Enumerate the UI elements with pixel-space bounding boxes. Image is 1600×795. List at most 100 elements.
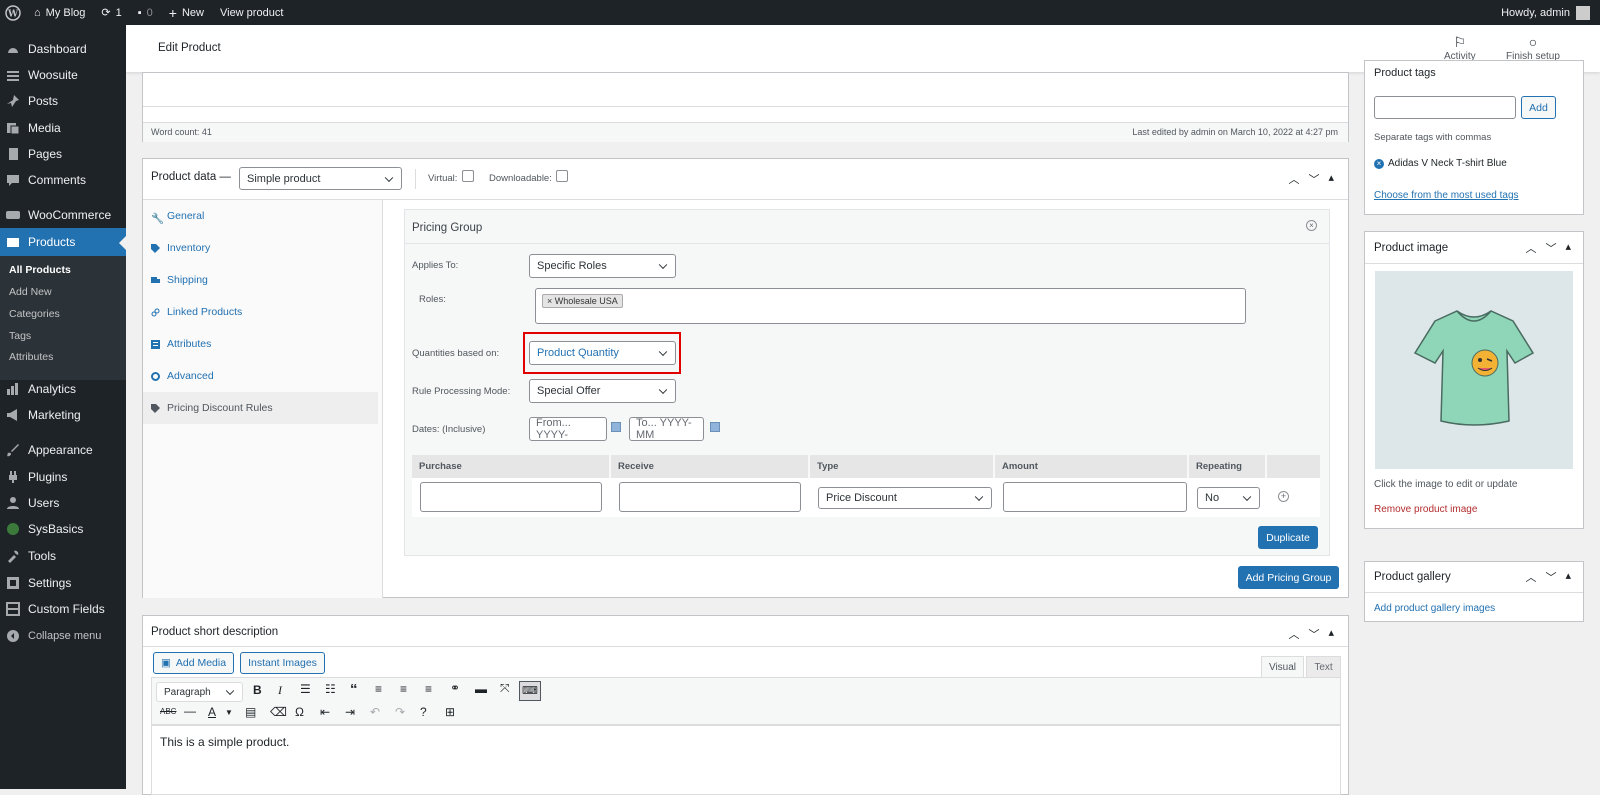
add-media-button[interactable]: ▣ Add Media (153, 652, 234, 674)
align-center-icon[interactable]: ≡ (400, 682, 407, 696)
sidebar-item-plugins[interactable]: Plugins (0, 463, 126, 491)
bold-icon[interactable]: B (253, 683, 262, 697)
tab-visual[interactable]: Visual (1261, 656, 1304, 678)
sidebar-item-marketing[interactable]: Marketing (0, 401, 126, 429)
product-image[interactable] (1375, 271, 1573, 469)
roles-field[interactable]: × Wholesale USA (535, 288, 1246, 324)
sidebar-item-appearance[interactable]: Appearance (0, 436, 126, 464)
tab-advanced[interactable]: Advanced (143, 360, 378, 392)
updates-link[interactable]: ⟳ 1 (93, 0, 129, 25)
remove-tag-icon[interactable]: × (1374, 158, 1384, 169)
date-from-input[interactable]: From... YYYY- (529, 417, 607, 441)
table-icon[interactable]: ⊞ (445, 705, 455, 719)
comments-link[interactable]: ▪ 0 (130, 0, 161, 25)
sidebar-item-settings[interactable]: Settings (0, 569, 126, 597)
tab-attributes[interactable]: Attributes (143, 328, 378, 360)
horizontal-line-icon[interactable]: — (184, 704, 196, 718)
align-right-icon[interactable]: ≡ (425, 682, 432, 696)
tab-linked-products[interactable]: Linked Products (143, 296, 378, 328)
rule-processing-mode-select[interactable]: Special Offer (529, 379, 676, 403)
add-tag-button[interactable]: Add (1521, 96, 1556, 119)
chevron-up-icon[interactable]: ︿ (1525, 569, 1536, 585)
submenu-add-new[interactable]: Add New (9, 286, 52, 298)
calendar-icon[interactable] (611, 422, 621, 432)
sidebar-item-analytics[interactable]: Analytics (0, 375, 126, 403)
site-name-link[interactable]: ⌂ My Blog (26, 0, 93, 25)
calendar-icon[interactable] (710, 422, 720, 432)
chevron-down-icon[interactable]: ﹀ (1545, 240, 1556, 256)
bullet-list-icon[interactable]: ☰ (300, 682, 311, 696)
instant-images-button[interactable]: Instant Images (240, 652, 325, 674)
short-description-editor[interactable]: This is a simple product. (151, 725, 1341, 795)
chevron-down-icon[interactable]: ▼ (225, 708, 233, 717)
toolbar-toggle-icon[interactable]: ⌨ (519, 681, 541, 701)
fullscreen-icon[interactable]: ⤧ (500, 681, 510, 696)
help-icon[interactable]: ? (420, 705, 427, 719)
chevron-up-icon[interactable]: ︿ (1525, 240, 1536, 256)
purchase-input[interactable] (420, 482, 602, 512)
date-to-input[interactable]: To... YYYY-MM (629, 417, 704, 441)
activity-button[interactable]: ⚐ Activity (1444, 33, 1476, 62)
sidebar-item-users[interactable]: Users (0, 489, 126, 517)
strikethrough-icon[interactable]: ABC (160, 707, 176, 716)
duplicate-button[interactable]: Duplicate (1258, 526, 1318, 549)
redo-icon[interactable]: ↷ (395, 705, 405, 719)
sidebar-item-custom-fields[interactable]: Custom Fields (0, 595, 126, 623)
sidebar-item-products[interactable]: Products (0, 228, 126, 256)
close-icon[interactable]: × (1306, 220, 1317, 231)
downloadable-checkbox[interactable] (556, 170, 568, 182)
outdent-icon[interactable]: ⇤ (320, 705, 330, 719)
special-character-icon[interactable]: Ω (295, 705, 304, 719)
toggle-arrow-icon[interactable]: ▴ (1565, 240, 1571, 256)
wordpress-logo-icon[interactable]: W (0, 0, 26, 25)
sidebar-item-sysbasics[interactable]: SysBasics (0, 515, 126, 543)
sidebar-item-comments[interactable]: Comments (0, 166, 126, 194)
tab-shipping[interactable]: Shipping (143, 264, 378, 296)
tag-input[interactable] (1374, 96, 1516, 119)
submenu-all-products[interactable]: All Products (9, 264, 71, 276)
toggle-arrow-icon[interactable]: ▴ (1328, 626, 1334, 642)
type-select[interactable]: Price Discount (818, 487, 992, 509)
applies-to-select[interactable]: Specific Roles (529, 254, 676, 278)
format-select[interactable]: Paragraph (156, 682, 243, 702)
collapse-menu-button[interactable]: Collapse menu (0, 622, 126, 650)
text-color-icon[interactable]: A (208, 705, 216, 719)
chevron-down-icon[interactable]: ﹀ (1545, 569, 1556, 585)
indent-icon[interactable]: ⇥ (345, 705, 355, 719)
toggle-arrow-icon[interactable]: ▴ (1565, 569, 1571, 585)
tab-inventory[interactable]: Inventory (143, 232, 378, 264)
chevron-down-icon[interactable]: ﹀ (1308, 626, 1319, 642)
add-row-icon[interactable]: + (1278, 491, 1289, 502)
add-gallery-images-link[interactable]: Add product gallery images (1374, 603, 1495, 614)
sidebar-item-dashboard[interactable]: Dashboard (0, 35, 126, 63)
numbered-list-icon[interactable]: ☷ (325, 682, 336, 696)
account-menu[interactable]: Howdy, admin (1501, 0, 1590, 25)
sidebar-item-posts[interactable]: Posts (0, 87, 126, 115)
tab-text[interactable]: Text (1306, 656, 1341, 678)
repeating-select[interactable]: No (1197, 487, 1260, 509)
submenu-tags[interactable]: Tags (9, 330, 31, 342)
link-icon[interactable]: ⚭ (450, 681, 460, 695)
tab-general[interactable]: 🔧 General (143, 200, 378, 232)
clear-formatting-icon[interactable]: ⌫ (270, 705, 287, 719)
tab-pricing-discount-rules[interactable]: Pricing Discount Rules (143, 392, 378, 424)
product-type-select[interactable]: Simple product (239, 167, 402, 190)
virtual-checkbox[interactable] (462, 170, 474, 182)
toggle-arrow-icon[interactable]: ▴ (1328, 171, 1334, 187)
remove-image-link[interactable]: Remove product image (1374, 504, 1477, 515)
submenu-attributes[interactable]: Attributes (9, 351, 53, 363)
chevron-down-icon[interactable]: ﹀ (1308, 171, 1319, 187)
new-content-link[interactable]: + New (161, 0, 212, 25)
role-tag-wholesale-usa[interactable]: × Wholesale USA (542, 294, 623, 308)
sidebar-item-woocommerce[interactable]: WooCommerce (0, 201, 126, 229)
finish-setup-button[interactable]: ○ Finish setup (1506, 33, 1560, 62)
paste-text-icon[interactable]: ▤ (245, 705, 256, 719)
quantities-based-on-select[interactable]: Product Quantity (529, 341, 676, 365)
add-pricing-group-button[interactable]: Add Pricing Group (1238, 566, 1339, 589)
italic-icon[interactable]: I (278, 683, 282, 698)
chevron-up-icon[interactable]: ︿ (1288, 626, 1299, 642)
chevron-up-icon[interactable]: ︿ (1288, 171, 1299, 187)
quote-icon[interactable]: “ (350, 681, 358, 698)
sidebar-item-woosuite[interactable]: Woosuite (0, 61, 126, 89)
read-more-icon[interactable]: ▬ (475, 682, 487, 696)
